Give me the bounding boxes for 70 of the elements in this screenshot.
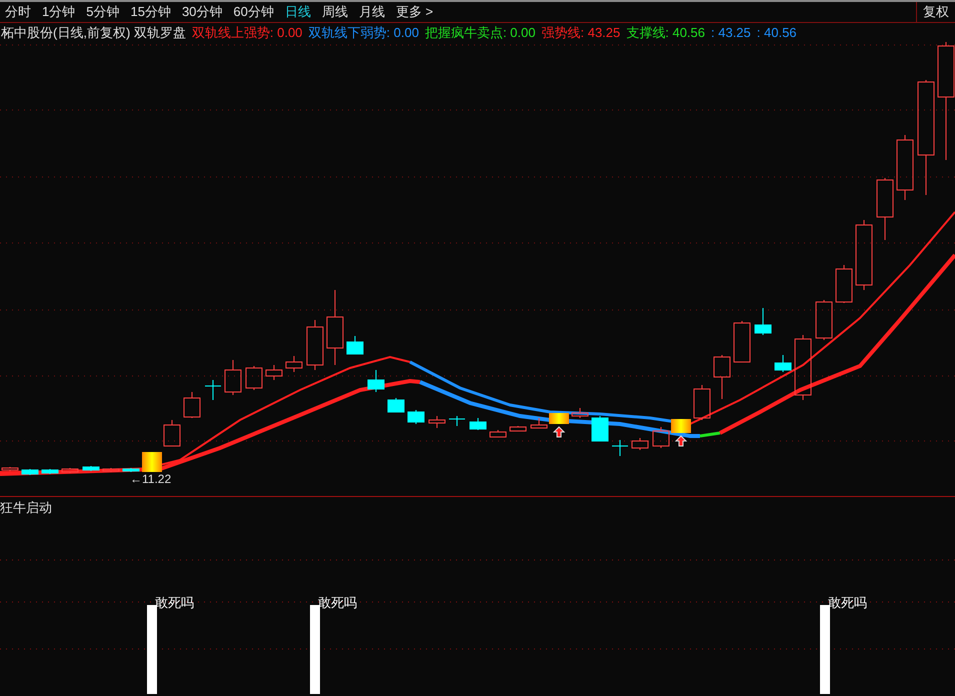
candlestick	[286, 356, 302, 372]
period-tab[interactable]: 15分钟	[130, 2, 171, 22]
candlestick	[572, 408, 588, 418]
signal-block	[549, 413, 569, 424]
candlestick	[774, 354, 792, 372]
candlestick	[2, 466, 18, 472]
candlestick	[470, 418, 486, 430]
candlestick	[184, 392, 200, 418]
period-tab[interactable]: 60分钟	[233, 2, 274, 22]
candlestick	[816, 300, 832, 340]
up-arrow-icon	[552, 426, 566, 438]
up-arrow-icon	[674, 435, 688, 446]
period-tab[interactable]: 30分钟	[182, 2, 222, 22]
legend-value: 双轨线下弱势: 0.00	[308, 24, 419, 42]
candlestick	[836, 264, 852, 304]
indicator-title: 狂牛启动	[0, 499, 52, 517]
candlestick	[62, 468, 78, 474]
candlestick	[490, 430, 506, 438]
candlestick	[856, 220, 872, 290]
legend-value: 强势线: 43.25	[541, 24, 620, 42]
candlestick	[368, 370, 384, 392]
signal-block	[671, 419, 691, 433]
signal-block	[142, 452, 162, 472]
candlestick	[224, 360, 242, 396]
candlestick	[510, 426, 526, 432]
bar-label: 敢死吗	[318, 596, 357, 609]
candlestick	[388, 398, 404, 412]
legend-value: 把握疯牛卖点: 0.00	[424, 24, 536, 42]
price-label: ←11.22	[130, 471, 172, 488]
period-tab[interactable]: 更多 >	[396, 2, 434, 22]
candlestick	[246, 366, 262, 390]
candlestick	[612, 440, 628, 456]
candlestick	[22, 468, 38, 476]
candlestick	[266, 364, 282, 380]
legend-value: 双轨线上强势: 0.00	[192, 24, 302, 42]
period-tab[interactable]: 1分钟	[42, 2, 76, 22]
candlestick	[652, 426, 670, 448]
candlestick	[734, 320, 750, 362]
candlestick	[306, 320, 324, 370]
candlestick	[164, 420, 180, 446]
legend-value: 支撑线: 40.56	[626, 24, 706, 42]
candlestick	[714, 354, 730, 400]
period-tab[interactable]: 5分钟	[86, 2, 120, 22]
candlestick	[694, 384, 710, 420]
candlestick	[102, 468, 120, 472]
candlestick	[754, 308, 772, 336]
candlestick	[876, 178, 894, 240]
period-tab[interactable]: 周线	[322, 2, 348, 22]
period-tab[interactable]: 月线	[358, 2, 385, 22]
period-tab[interactable]: 日线	[284, 2, 311, 22]
chart-title: 柘中股份(日线,前复权) 双轨罗盘	[1, 24, 186, 42]
legend-value: : 43.25	[711, 24, 751, 42]
candlestick	[122, 468, 140, 472]
candlestick	[448, 416, 466, 426]
candlestick	[408, 410, 424, 424]
candlestick	[632, 438, 648, 450]
period-tab[interactable]: 分时	[5, 2, 31, 22]
candlestick	[592, 416, 608, 442]
candlestick	[82, 466, 100, 472]
bar-label: 敢死吗	[828, 596, 867, 609]
candlestick	[896, 134, 914, 200]
candlestick	[794, 334, 812, 400]
candlestick	[204, 380, 222, 400]
candlestick	[42, 468, 58, 474]
candlestick	[530, 418, 548, 428]
bar-label: 敢死吗	[155, 596, 194, 609]
legend-value: : 40.56	[756, 24, 797, 42]
adjust-button[interactable]: 复权	[916, 2, 955, 22]
candlestick	[346, 336, 364, 354]
candlestick	[428, 416, 446, 428]
